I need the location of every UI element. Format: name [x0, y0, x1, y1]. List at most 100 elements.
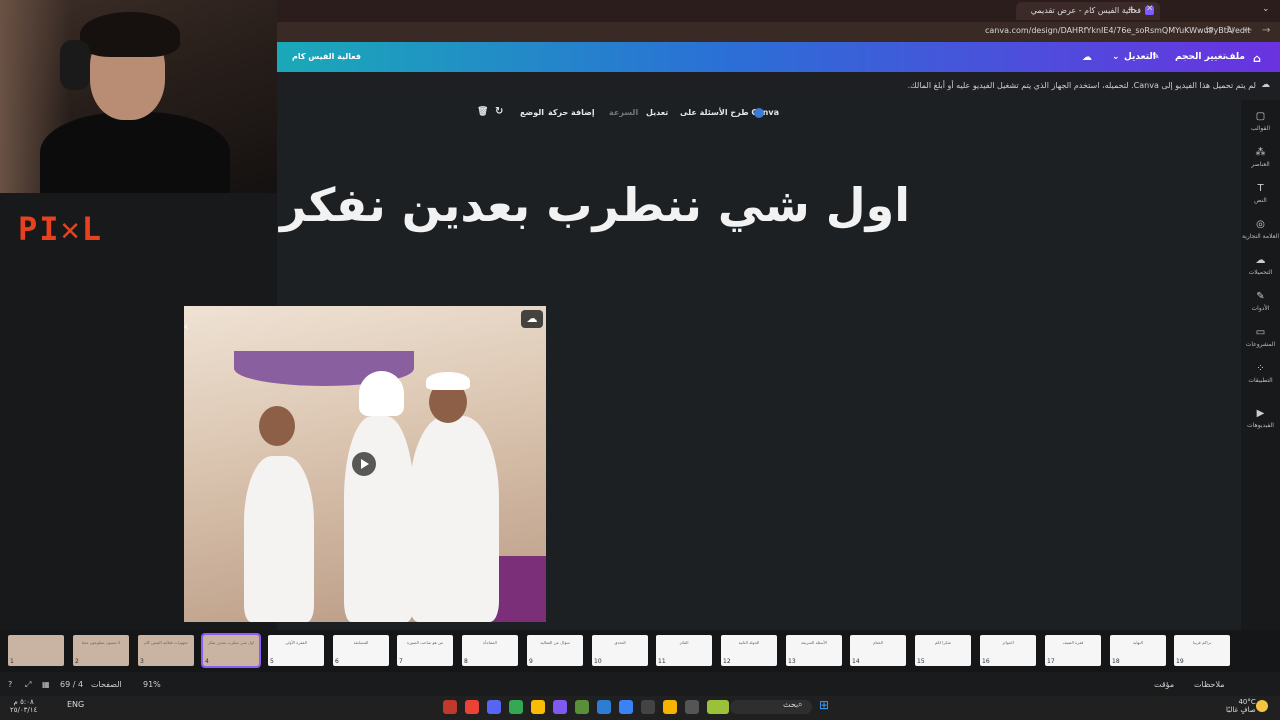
page-thumbnail[interactable]: المفاجأة 8 — [462, 635, 518, 666]
sidebar-item-brand[interactable]: ◎ العلامة التجارية — [1241, 219, 1280, 240]
add-animation-button[interactable]: إضافة حركة — [548, 108, 595, 117]
help-icon[interactable]: ? — [8, 680, 12, 689]
page-thumbnail[interactable]: 1 — [8, 635, 64, 666]
game-icon[interactable] — [553, 700, 567, 714]
sidebar-item-projects[interactable]: ▭ المشروعات — [1241, 327, 1280, 348]
language-indicator[interactable]: ENG — [67, 700, 84, 709]
chevron-down-icon[interactable]: ⌄ — [1112, 52, 1120, 62]
clock[interactable]: ٥:٠٨ م ٢٥/٠٣/١٤ — [10, 698, 37, 714]
trash-icon[interactable]: 🗑 — [477, 107, 488, 117]
thumbnail-caption: الفائز — [679, 640, 689, 645]
browser-tab[interactable]: فعالية الفيس كام - عرض تقديمي — [1016, 2, 1160, 20]
design-title[interactable]: فعالية الفيس كام — [292, 52, 361, 61]
app-icon[interactable] — [685, 700, 699, 714]
new-tab-icon[interactable]: + — [1127, 3, 1136, 16]
page-thumbnail[interactable]: المسابقة 6 — [333, 635, 389, 666]
sidebar-item-videos[interactable]: ▶ الفيديوهات — [1241, 408, 1280, 429]
app-icon[interactable] — [641, 700, 655, 714]
slide-title[interactable]: اول شي ننطرب بعدين نفكر — [280, 178, 910, 232]
page-thumbnail[interactable]: اول شي ننطرب بعدين نفكر 4 — [201, 633, 261, 668]
fullscreen-icon[interactable]: ⤢ — [25, 680, 31, 690]
sidebar-item-label: النص — [1254, 197, 1267, 204]
thumbnail-caption: المفاجأة — [483, 640, 497, 645]
speed-button[interactable]: السرعة — [609, 108, 638, 117]
forward-icon[interactable]: ← — [1244, 25, 1252, 36]
tab-close-icon[interactable]: ✕ — [1146, 4, 1154, 14]
page-thumbnail[interactable]: الختام 14 — [850, 635, 906, 666]
thumbnail-number: 2 — [75, 658, 79, 665]
thumbnail-number: 13 — [788, 658, 796, 665]
loop-icon[interactable]: ↻ — [495, 106, 503, 117]
sidebar-item-templates[interactable]: ▢ القوالب — [1241, 111, 1280, 132]
chrome-icon[interactable] — [509, 700, 523, 714]
tune-icon[interactable]: ⇆ — [1205, 25, 1213, 36]
thumbnail-caption: من هو صاحب الصورة — [406, 640, 444, 645]
chrome-icon[interactable] — [531, 700, 545, 714]
editor-footer — [0, 672, 1280, 696]
grid-view-icon[interactable]: ▦ — [42, 680, 50, 689]
page-thumbnail[interactable]: من هو صاحب الصورة 7 — [397, 635, 453, 666]
zoom-level[interactable]: 91% — [143, 680, 161, 689]
play-icon[interactable] — [352, 452, 376, 476]
page-thumbnail[interactable]: الجوائز 16 — [980, 635, 1036, 666]
resize-button[interactable]: تغيير الحجم — [1175, 52, 1226, 62]
video-dancer-1 — [244, 456, 314, 622]
ask-canva-button[interactable]: طرح الأسئلة على Canva — [680, 108, 779, 117]
position-button[interactable]: الوضع — [520, 108, 544, 117]
text-icon: T — [1257, 183, 1264, 194]
weather-widget[interactable]: 40°C صافٍ غالبًا — [1226, 698, 1256, 714]
sidebar-item-uploads[interactable]: ☁ التحميلات — [1241, 255, 1280, 276]
page-thumbnail[interactable]: شكرا لكم 15 — [915, 635, 971, 666]
page-thumbnail[interactable]: فقرة الضيف 17 — [1045, 635, 1101, 666]
discord-icon[interactable] — [487, 700, 501, 714]
thumbnail-number: 17 — [1047, 658, 1055, 665]
video-dancer-1-head — [259, 406, 295, 446]
minecraft-icon[interactable] — [575, 700, 589, 714]
thumbnail-number: 14 — [852, 658, 860, 665]
reload-icon[interactable]: ↻ — [1226, 25, 1234, 36]
thumbnail-number: 15 — [917, 658, 925, 665]
sidebar-item-apps[interactable]: ⁘ التطبيقات — [1241, 363, 1280, 384]
tab-menu-icon[interactable]: ⌄ — [1262, 4, 1270, 14]
page-thumbnail[interactable]: نراكم قريبا 19 — [1174, 635, 1230, 666]
page-thumbnail[interactable]: لا تنسون تتطوعون معنا 2 — [73, 635, 129, 666]
app-icon[interactable] — [707, 700, 729, 714]
back-icon[interactable]: → — [1262, 25, 1270, 36]
page-thumbnail[interactable]: سؤال عن الفعالية 9 — [527, 635, 583, 666]
edit-video-button[interactable]: تعديل — [646, 108, 668, 117]
page-thumbnail[interactable]: تجهيزات فعالية الفيس كام 3 — [138, 635, 194, 666]
clock-time: ٥:٠٨ م — [13, 698, 34, 706]
sidebar-item-text[interactable]: T النص — [1241, 183, 1280, 204]
page-thumbnail[interactable]: الأسئلة السريعة 13 — [786, 635, 842, 666]
sidebar-item-elements[interactable]: ⁂ العناصر — [1241, 147, 1280, 168]
page-thumbnail[interactable]: التحدي 10 — [592, 635, 648, 666]
file-explorer-icon[interactable] — [663, 700, 677, 714]
video-arrow-icon[interactable]: ‹ — [184, 320, 188, 333]
home-icon[interactable]: ⌂ — [1253, 52, 1261, 65]
page-thumbnail[interactable]: الفائز 11 — [656, 635, 712, 666]
apps-icon: ⁘ — [1256, 363, 1265, 374]
cloud-save-icon[interactable]: ☁ — [1082, 52, 1092, 63]
windows-start-icon[interactable]: ⊞ — [819, 698, 829, 712]
page-thumbnail[interactable]: النهاية 18 — [1110, 635, 1166, 666]
notes-button[interactable]: ملاحظات — [1194, 680, 1225, 689]
sidebar-item-label: التطبيقات — [1248, 377, 1273, 384]
page-thumbnail[interactable]: الجولة الثانية 12 — [721, 635, 777, 666]
edge-icon[interactable] — [619, 700, 633, 714]
page-thumbnail[interactable]: الفقرة الأولى 5 — [268, 635, 324, 666]
headset — [60, 40, 90, 90]
sidebar-item-label: العناصر — [1251, 161, 1270, 168]
file-menu[interactable]: ملف — [1225, 52, 1245, 62]
timer-button[interactable]: مؤقت — [1154, 680, 1174, 689]
weather-temp: 40°C — [1238, 698, 1256, 706]
taskbar-app-icon[interactable] — [443, 700, 457, 714]
app-icon[interactable] — [597, 700, 611, 714]
video-dancer-3-cap — [426, 372, 470, 390]
sidebar-item-label: المشروعات — [1245, 341, 1276, 348]
edit-mode-dropdown[interactable]: التعديل — [1124, 52, 1156, 62]
chrome-icon[interactable] — [465, 700, 479, 714]
sidebar-item-tools[interactable]: ✎ الأدوات — [1241, 291, 1280, 312]
thumbnail-number: 16 — [982, 658, 990, 665]
cloud-upload-icon[interactable]: ☁ — [521, 310, 543, 328]
pages-label[interactable]: الصفحات — [91, 680, 122, 689]
